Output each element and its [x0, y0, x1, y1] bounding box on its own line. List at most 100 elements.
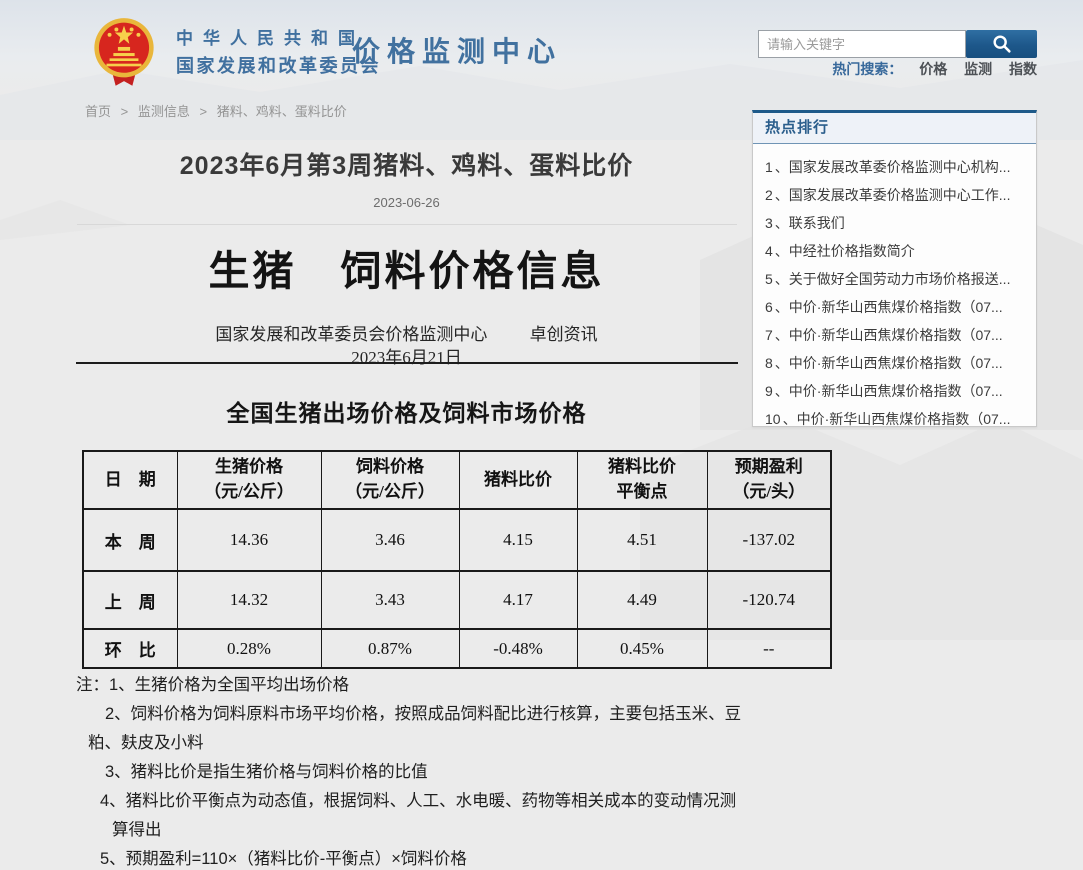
col-header-date: 日 期	[83, 451, 177, 509]
hot-search-label: 热门搜索：	[832, 61, 902, 77]
cell: 4.17	[459, 571, 577, 629]
cell: --	[707, 629, 831, 668]
item-separator: 、	[775, 159, 789, 175]
item-separator: 、	[783, 411, 797, 427]
org-name-block: 中华人民共和国 国家发展和改革委员会	[176, 24, 381, 78]
item-rank: 10	[765, 411, 781, 427]
cell: 3.43	[321, 571, 459, 629]
breadcrumb-separator: >	[121, 104, 129, 119]
cell: -137.02	[707, 509, 831, 571]
site-title: 价格监测中心	[352, 30, 562, 70]
breadcrumb-current: 猪料、鸡料、蛋料比价	[217, 104, 347, 119]
cell: 0.45%	[577, 629, 707, 668]
item-rank: 6	[765, 299, 773, 315]
hot-ranking-item-2[interactable]: 2、国家发展改革委价格监测中心工作...	[765, 181, 1026, 209]
item-rank: 7	[765, 327, 773, 343]
breadcrumb-home[interactable]: 首页	[85, 104, 111, 119]
note-line-6: 算得出	[76, 816, 748, 845]
breadcrumb: 首页 > 监测信息 > 猪料、鸡料、蛋料比价	[85, 101, 347, 120]
row-label: 环 比	[83, 629, 177, 668]
hot-search-line: 热门搜索： 价格 监测 指数	[758, 59, 1037, 79]
note-line-7: 5、预期盈利=110×（猪料比价-平衡点）×饲料价格	[76, 845, 748, 870]
article-publish-date: 2023-06-26	[75, 195, 738, 210]
cell: 0.87%	[321, 629, 459, 668]
hot-ranking-item-8[interactable]: 8、中价·新华山西焦煤价格指数（07...	[765, 349, 1026, 377]
item-separator: 、	[775, 383, 789, 399]
item-title: 中价·新华山西焦煤价格指数（07...	[789, 299, 1003, 315]
item-rank: 8	[765, 355, 773, 371]
item-title: 中价·新华山西焦煤价格指数（07...	[797, 411, 1011, 427]
item-separator: 、	[775, 327, 789, 343]
cell: 3.46	[321, 509, 459, 571]
page: 中华人民共和国 国家发展和改革委员会 价格监测中心 热门搜索： 价格 监测 指数…	[0, 0, 1083, 870]
table-row-this-week: 本 周 14.36 3.46 4.15 4.51 -137.02	[83, 509, 831, 571]
item-separator: 、	[775, 355, 789, 371]
hot-term-index[interactable]: 指数	[1009, 61, 1037, 77]
hot-ranking-item-9[interactable]: 9、中价·新华山西焦煤价格指数（07...	[765, 377, 1026, 405]
item-title: 国家发展改革委价格监测中心工作...	[789, 187, 1011, 203]
article-title: 2023年6月第3周猪料、鸡料、蛋料比价	[75, 146, 738, 182]
hot-ranking-item-5[interactable]: 5、关于做好全国劳动力市场价格报送...	[765, 265, 1026, 293]
item-separator: 、	[775, 215, 789, 231]
item-rank: 2	[765, 187, 773, 203]
item-rank: 5	[765, 271, 773, 287]
hot-ranking-item-6[interactable]: 6、中价·新华山西焦煤价格指数（07...	[765, 293, 1026, 321]
note-line-4: 3、猪料比价是指生猪价格与饲料价格的比值	[76, 758, 748, 787]
hot-ranking-panel: 热点排行 1、国家发展改革委价格监测中心机构... 2、国家发展改革委价格监测中…	[752, 110, 1037, 427]
table-row-week-over-week: 环 比 0.28% 0.87% -0.48% 0.45% --	[83, 629, 831, 668]
col-header-pig-price: 生猪价格 （元/公斤）	[177, 451, 321, 509]
search-icon	[991, 33, 1013, 55]
byline-org: 国家发展和改革委员会价格监测中心	[215, 325, 487, 344]
row-label: 本 周	[83, 509, 177, 571]
item-separator: 、	[775, 271, 789, 287]
item-title: 中价·新华山西焦煤价格指数（07...	[789, 355, 1003, 371]
search-button[interactable]	[966, 30, 1037, 58]
item-title: 关于做好全国劳动力市场价格报送...	[789, 271, 1011, 287]
table-header-row: 日 期 生猪价格 （元/公斤） 饲料价格 （元/公斤） 猪料比价 猪料比价 平衡…	[83, 451, 831, 509]
item-separator: 、	[775, 243, 789, 259]
org-line1: 中华人民共和国	[176, 24, 381, 49]
document-title: 生猪 饲料价格信息	[75, 237, 738, 297]
hot-ranking-item-10[interactable]: 10、中价·新华山西焦煤价格指数（07...	[765, 405, 1026, 427]
document-date: 2023年6月21日	[75, 343, 738, 368]
footnotes: 注：1、生猪价格为全国平均出场价格 2、饲料价格为饲料原料市场平均价格，按照成品…	[76, 671, 748, 870]
item-separator: 、	[775, 187, 789, 203]
note-line-3: 粕、麸皮及小料	[76, 729, 748, 758]
item-title: 中价·新华山西焦煤价格指数（07...	[789, 383, 1003, 399]
byline-source: 卓创资讯	[530, 325, 598, 344]
col-header-feed-price: 饲料价格 （元/公斤）	[321, 451, 459, 509]
col-header-breakeven: 猪料比价 平衡点	[577, 451, 707, 509]
item-title: 中价·新华山西焦煤价格指数（07...	[789, 327, 1003, 343]
hot-ranking-item-4[interactable]: 4、中经社价格指数简介	[765, 237, 1026, 265]
item-rank: 3	[765, 215, 773, 231]
hot-ranking-item-1[interactable]: 1、国家发展改革委价格监测中心机构...	[765, 153, 1026, 181]
cell: 4.15	[459, 509, 577, 571]
section-title: 全国生猪出场价格及饲料市场价格	[75, 394, 738, 428]
hot-ranking-title: 热点排行	[753, 113, 1036, 144]
breadcrumb-monitor-info[interactable]: 监测信息	[138, 104, 190, 119]
hot-term-monitor[interactable]: 监测	[964, 61, 992, 77]
cell: 14.36	[177, 509, 321, 571]
item-rank: 4	[765, 243, 773, 259]
org-line2: 国家发展和改革委员会	[176, 52, 381, 78]
cell: 4.51	[577, 509, 707, 571]
col-header-expected-profit: 预期盈利 （元/头）	[707, 451, 831, 509]
divider-light	[77, 224, 737, 225]
hot-ranking-item-7[interactable]: 7、中价·新华山西焦煤价格指数（07...	[765, 321, 1026, 349]
hot-ranking-item-3[interactable]: 3、联系我们	[765, 209, 1026, 237]
item-title: 联系我们	[789, 215, 845, 231]
col-header-pig-feed-ratio: 猪料比价	[459, 451, 577, 509]
item-rank: 1	[765, 159, 773, 175]
item-separator: 、	[775, 299, 789, 315]
item-rank: 9	[765, 383, 773, 399]
hot-term-price[interactable]: 价格	[919, 61, 947, 77]
search-input[interactable]	[758, 30, 966, 58]
price-table: 日 期 生猪价格 （元/公斤） 饲料价格 （元/公斤） 猪料比价 猪料比价 平衡…	[82, 450, 832, 669]
item-title: 国家发展改革委价格监测中心机构...	[789, 159, 1011, 175]
divider-dark	[76, 362, 738, 364]
table-row-last-week: 上 周 14.32 3.43 4.17 4.49 -120.74	[83, 571, 831, 629]
note-line-2: 2、饲料价格为饲料原料市场平均价格，按照成品饲料配比进行核算，主要包括玉米、豆	[76, 700, 748, 729]
national-emblem-logo	[86, 11, 162, 89]
cell: 4.49	[577, 571, 707, 629]
note-line-1: 注：1、生猪价格为全国平均出场价格	[76, 671, 748, 700]
